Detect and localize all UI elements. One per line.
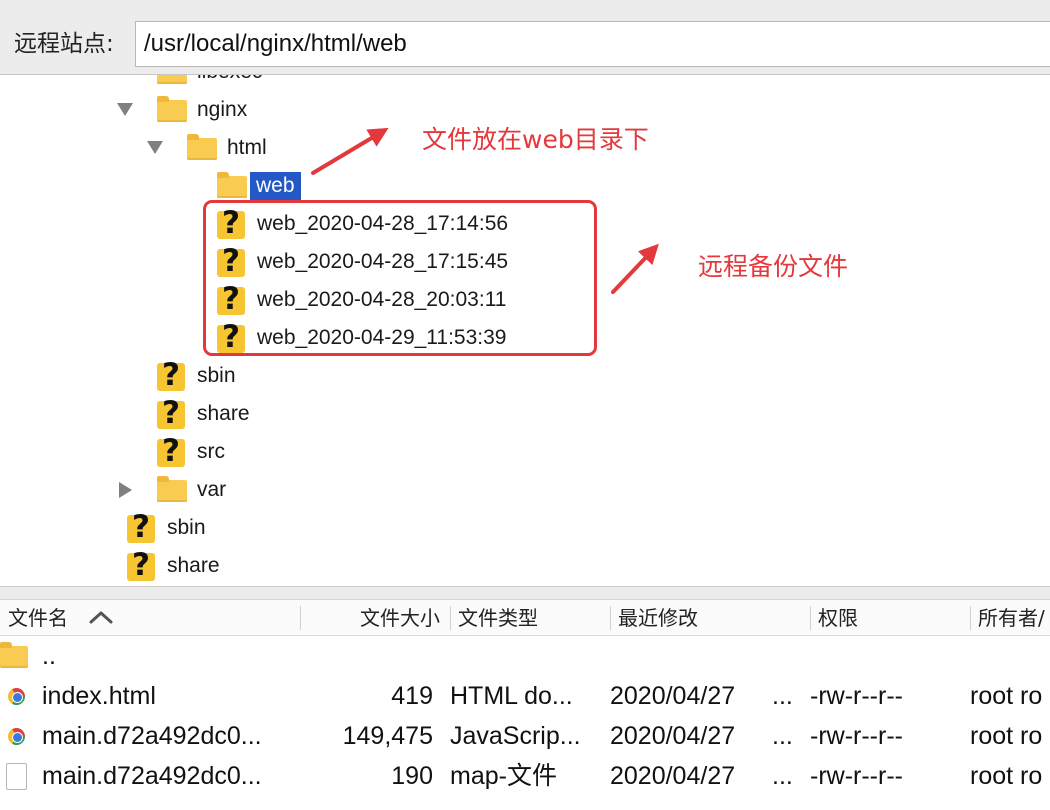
column-header-size[interactable]: 文件大小 (302, 600, 440, 636)
file-size: 419 (391, 682, 433, 710)
tree-item-label-selected: web (250, 172, 301, 200)
column-header-type[interactable]: 文件类型 (458, 600, 538, 636)
expanded-triangle-icon[interactable] (147, 141, 163, 154)
unknown-file-icon (157, 433, 185, 469)
folder-icon (157, 96, 187, 122)
file-permissions: -rw-r--r-- (810, 682, 903, 710)
file-modified: 2020/04/27 (610, 682, 736, 710)
tree-item-sbin[interactable]: sbin (0, 357, 1050, 395)
file-owner: root ro (970, 762, 1043, 790)
pane-splitter[interactable] (0, 586, 1050, 600)
tree-item-label: html (227, 136, 267, 159)
remote-file-list[interactable]: 文件名 文件大小 文件类型 最近修改 权限 所有者/ .. index.html… (0, 600, 1050, 810)
tree-item-var[interactable]: var (0, 471, 1050, 509)
chevron-up-icon[interactable] (88, 609, 114, 625)
plain-file-icon (6, 763, 27, 790)
tree-item-share[interactable]: share (0, 395, 1050, 433)
folder-icon (157, 476, 187, 502)
file-owner: root ro (970, 682, 1043, 710)
chrome-html-icon (8, 728, 25, 745)
file-size: 190 (391, 762, 433, 790)
file-name: main.d72a492dc0... (42, 762, 262, 790)
file-row[interactable]: index.html 419 HTML do... 2020/04/27 ...… (0, 676, 1050, 716)
folder-icon (217, 172, 247, 198)
chrome-html-icon (8, 688, 25, 705)
file-name: .. (42, 642, 56, 670)
remote-path-input[interactable] (135, 21, 1050, 67)
folder-icon (157, 75, 187, 84)
column-header-name[interactable]: 文件名 (8, 600, 68, 636)
file-row-parent[interactable]: .. (0, 636, 1050, 676)
column-separator[interactable] (810, 606, 811, 630)
unknown-file-icon (157, 357, 185, 393)
file-name: main.d72a492dc0... (42, 722, 262, 750)
tree-item-label: src (197, 440, 225, 463)
expanded-triangle-icon[interactable] (117, 103, 133, 116)
unknown-file-icon (157, 395, 185, 431)
folder-icon (187, 134, 217, 160)
file-owner: root ro (970, 722, 1043, 750)
tree-item-label: sbin (167, 516, 206, 539)
file-modified-overflow: ... (772, 762, 793, 790)
unknown-file-icon (127, 547, 155, 583)
file-list-header: 文件名 文件大小 文件类型 最近修改 权限 所有者/ (0, 600, 1050, 636)
column-separator[interactable] (610, 606, 611, 630)
tree-item-label: nginx (197, 98, 248, 121)
collapsed-triangle-icon[interactable] (119, 482, 132, 498)
file-permissions: -rw-r--r-- (810, 722, 903, 750)
tree-item-src[interactable]: src (0, 433, 1050, 471)
file-row[interactable]: main.d72a492dc0... 190 map-文件 2020/04/27… (0, 756, 1050, 796)
column-header-owner[interactable]: 所有者/ (978, 600, 1050, 636)
tree-item-label: var (197, 478, 227, 501)
tree-item-sbin[interactable]: sbin (0, 509, 1050, 547)
file-type: HTML do... (450, 682, 573, 710)
column-header-modified[interactable]: 最近修改 (618, 600, 698, 636)
tree-item-label: share (167, 554, 220, 577)
tree-item-label: share (197, 402, 250, 425)
column-header-permissions[interactable]: 权限 (818, 600, 858, 636)
file-modified-overflow: ... (772, 722, 793, 750)
tree-item-share[interactable]: share (0, 547, 1050, 585)
file-name: index.html (42, 682, 156, 710)
remote-site-label: 远程站点: (14, 31, 114, 57)
file-row[interactable]: main.d72a492dc0... 149,475 JavaScrip... … (0, 716, 1050, 756)
folder-icon (0, 642, 28, 668)
file-type: map-文件 (450, 762, 557, 790)
annotation-backup-note: 远程备份文件 (698, 252, 849, 281)
tree-item-label: libexec (197, 75, 262, 91)
annotation-highlight-box (203, 200, 597, 356)
file-type: JavaScrip... (450, 722, 581, 750)
column-separator[interactable] (450, 606, 451, 630)
remote-directory-tree[interactable]: libexec nginx html web web_2020-04-28_17… (0, 75, 1050, 586)
remote-site-bar: 远程站点: (0, 0, 1050, 75)
tree-item-label: sbin (197, 364, 236, 387)
unknown-file-icon (127, 509, 155, 545)
column-separator[interactable] (970, 606, 971, 630)
column-separator[interactable] (300, 606, 301, 630)
file-modified: 2020/04/27 (610, 762, 736, 790)
file-permissions: -rw-r--r-- (810, 762, 903, 790)
file-modified: 2020/04/27 (610, 722, 736, 750)
file-modified-overflow: ... (772, 682, 793, 710)
tree-item-libexec[interactable]: libexec (0, 75, 1050, 91)
file-size: 149,475 (342, 722, 433, 750)
annotation-web-dir-note: 文件放在web目录下 (422, 125, 649, 154)
